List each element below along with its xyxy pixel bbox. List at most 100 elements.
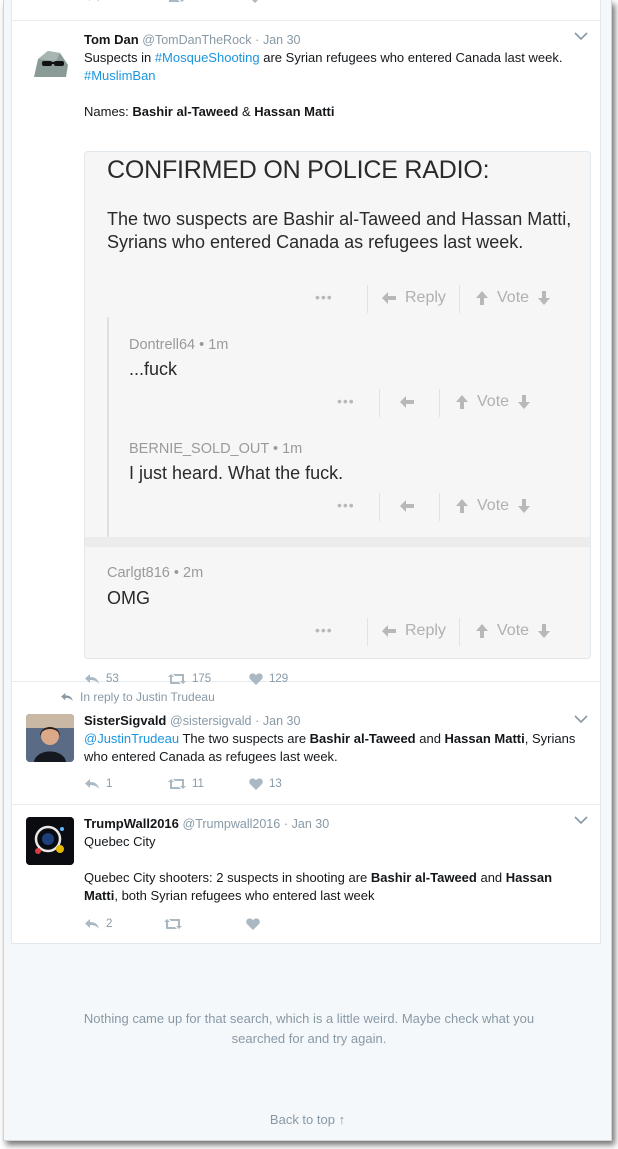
reply-arrow-icon [400,396,414,408]
reply-action[interactable]: 1 [84,778,112,790]
vote-control[interactable]: Vote [475,622,551,640]
text-fragment: and [415,731,445,746]
more-icon[interactable]: ••• [337,393,355,409]
more-icon[interactable]: ••• [315,622,333,638]
retweet-action[interactable]: 11 [168,778,204,790]
comment-body: OMG [107,588,150,608]
downvote-icon[interactable] [517,498,531,514]
reply-action[interactable]: 49 [84,0,119,3]
upvote-icon[interactable] [455,394,469,410]
vote-control[interactable]: Vote [475,289,551,307]
avatar[interactable] [26,817,74,865]
like-action[interactable]: 13 [249,778,282,790]
empty-results-message: Nothing came up for that search, which i… [83,1011,535,1046]
more-icon[interactable]: ••• [337,497,355,513]
heart-icon [249,778,263,790]
bold-name: Hassan Matti [444,731,525,746]
text-fragment: The two suspects are [179,731,310,746]
downvote-icon[interactable] [537,623,551,639]
downvote-icon[interactable] [537,290,551,306]
reply-count: 1 [106,778,113,790]
tweet-content: TrumpWall2016 @Trumpwall2016 · Jan 30 Qu… [84,815,586,905]
tweet-text: Quebec City shooters: 2 suspects in shoo… [84,869,586,905]
in-reply-to-label: In reply to Justin Trudeau [80,690,215,704]
tweet-text: @JustinTrudeau The two suspects are Bash… [84,730,586,766]
timestamp[interactable]: Jan 30 [292,817,330,831]
reply-button[interactable] [399,395,415,409]
retweet-action[interactable] [164,918,182,930]
tweet-text: Suspects in #MosqueShooting are Syrian r… [84,49,586,85]
like-action[interactable] [246,918,260,930]
vote-control[interactable]: Vote [455,393,531,411]
separator-dot: · [255,714,260,728]
retweet-icon [164,919,182,929]
more-icon[interactable]: ••• [315,289,333,305]
chevron-down-icon[interactable] [574,815,588,825]
like-count: 13 [269,778,282,790]
tweet[interactable]: TrumpWall2016 @Trumpwall2016 · Jan 30 Qu… [12,805,600,943]
reply-icon [88,0,99,2]
display-name[interactable]: TrumpWall2016 [84,816,179,831]
avatar[interactable] [26,714,74,762]
in-reply-to[interactable]: In reply to Justin Trudeau [60,690,215,704]
username[interactable]: @Trumpwall2016 [183,817,281,831]
separator-dot: · [255,33,260,47]
tweet-content: SisterSigvald @sistersigvald · Jan 30 @J… [84,712,586,766]
timestamp[interactable]: Jan 30 [263,33,301,47]
upvote-icon[interactable] [455,498,469,514]
divider [459,618,460,646]
mention-link[interactable]: @JustinTrudeau [84,731,179,746]
space-avatar-icon [26,817,74,865]
reply-button[interactable]: Reply [381,622,446,640]
display-name[interactable]: SisterSigvald [84,713,166,728]
previous-tweet-actions: 49 164 161 [12,0,600,21]
hashtag-link[interactable]: #MosqueShooting [155,50,260,65]
search-results-frame: 49 164 161 [3,0,612,1141]
reply-icon [61,692,73,702]
retweet-action[interactable]: 164 [167,0,210,3]
embedded-image-card[interactable]: CONFIRMED ON POLICE RADIO: The two suspe… [84,151,591,659]
divider [439,493,440,521]
downvote-icon[interactable] [517,394,531,410]
comment-author: Dontrell64 • 1m [129,337,229,353]
like-action[interactable]: 161 [248,0,287,3]
text-fragment: Names: [84,104,133,119]
comment-action-bar: ••• Vote [109,491,589,521]
tweet[interactable]: Tom Dan @TomDanTheRock · Jan 30 Suspects… [12,21,600,685]
comment-body: ...fuck [129,359,178,379]
retweet-icon [169,0,184,2]
text-fragment: are Syrian refugees who entered Canada l… [259,50,563,65]
chevron-down-icon[interactable] [574,31,588,41]
display-name[interactable]: Tom Dan [84,32,139,47]
divider [367,618,368,646]
timestamp[interactable]: Jan 30 [263,714,301,728]
username[interactable]: @TomDanTheRock [142,33,251,47]
post-action-bar: ••• Reply Vote [85,283,590,313]
tweet[interactable]: In reply to Justin Trudeau SisterSigvald… [12,682,600,805]
comment-separator [85,537,590,547]
like-count: 161 [268,0,287,3]
upvote-icon[interactable] [475,623,489,639]
bold-name: Bashir al-Taweed [309,731,416,746]
text-fragment: & [238,104,255,119]
back-to-top-label[interactable]: Back to top ↑ [270,1112,345,1127]
upvote-icon[interactable] [475,290,489,306]
reply-button[interactable]: Reply [381,289,446,307]
reply-arrow-icon [382,625,396,637]
retweet-icon [168,779,186,789]
reply-action[interactable]: 2 [84,918,112,930]
chevron-down-icon[interactable] [574,714,588,724]
comment-action-bar: ••• Reply Vote [85,616,590,646]
avatar[interactable] [26,39,74,87]
retweet-count: 164 [191,0,210,3]
reply-button[interactable] [399,499,415,513]
text-fragment: and [476,870,506,885]
username[interactable]: @sistersigvald [170,714,251,728]
back-to-top-link[interactable]: Back to top ↑ [4,1112,611,1127]
bold-name: Bashir al-Taweed [370,870,477,885]
vote-label: Vote [497,622,530,639]
comment-author: BERNIE_SOLD_OUT • 1m [129,441,303,457]
hashtag-link[interactable]: #MuslimBan [84,68,156,83]
vote-control[interactable]: Vote [455,497,531,515]
bold-name: Bashir al-Taweed [132,104,239,119]
